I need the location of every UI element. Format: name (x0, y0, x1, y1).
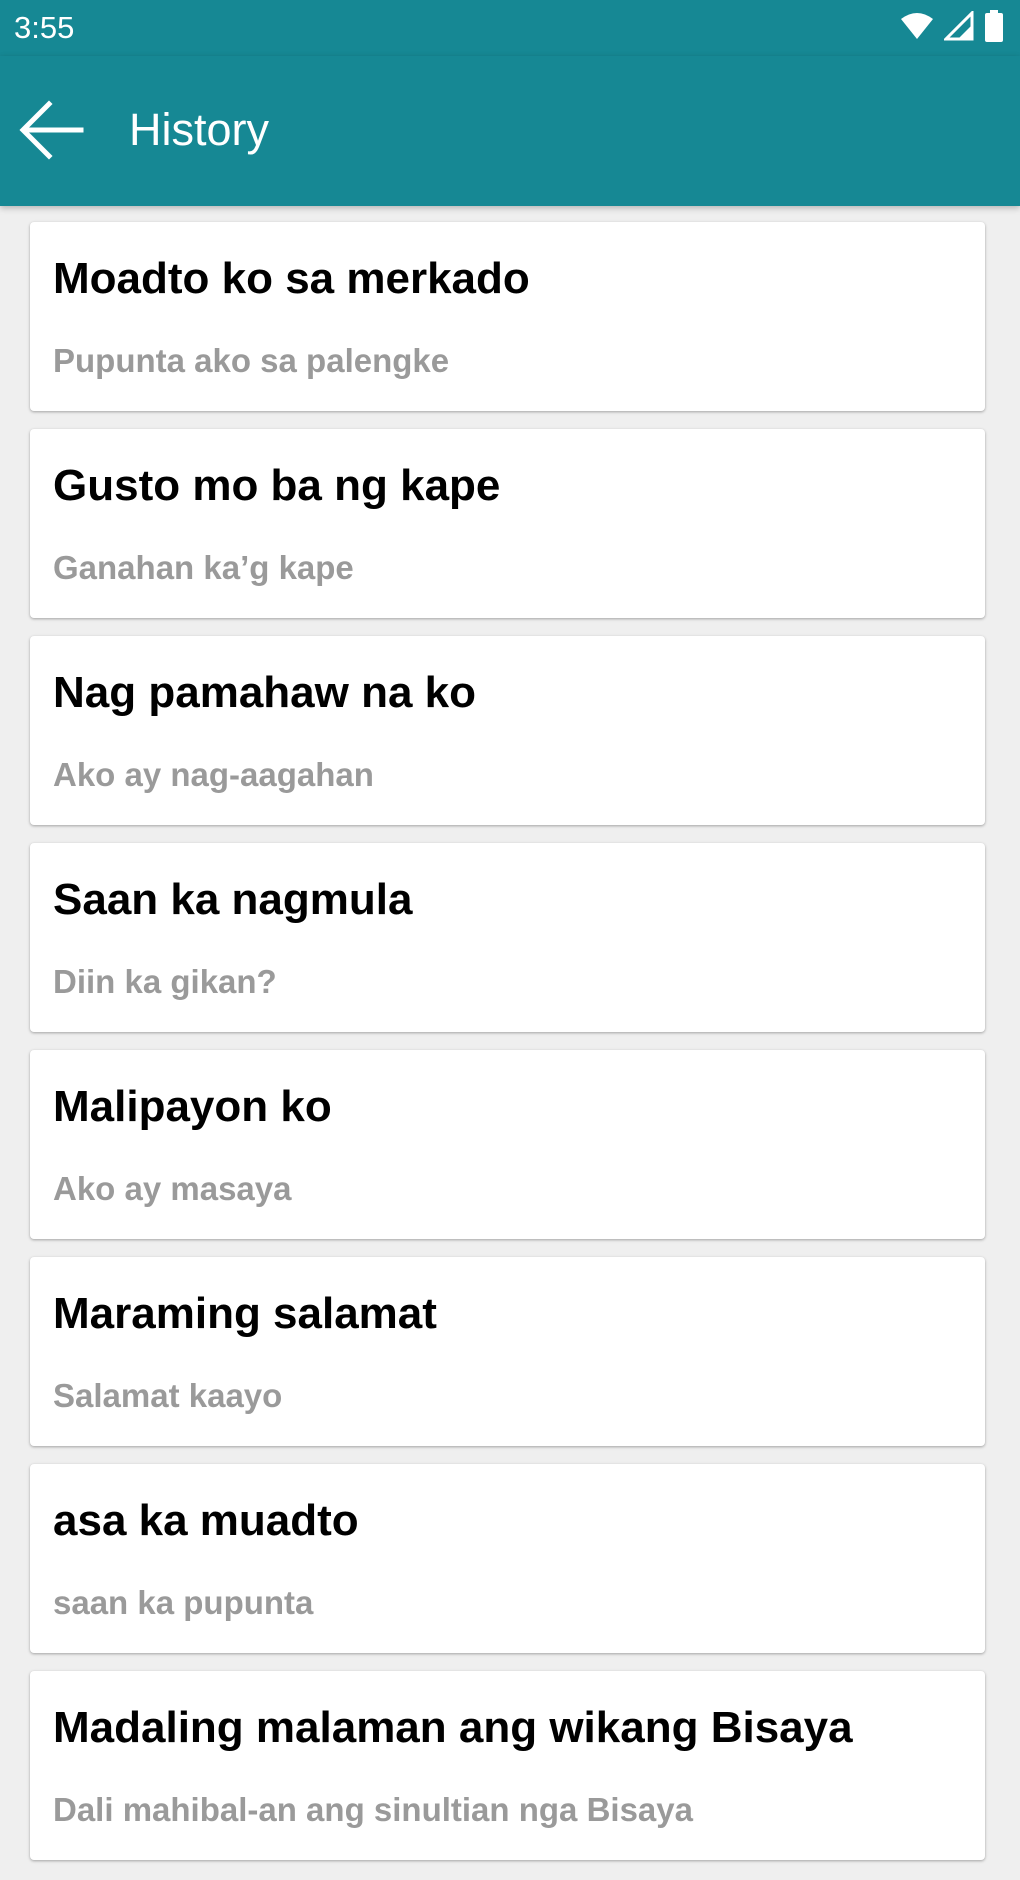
history-item[interactable]: Nag pamahaw na ko Ako ay nag-aagahan (30, 636, 985, 825)
history-item[interactable]: Moadto ko sa merkado Pupunta ako sa pale… (30, 222, 985, 411)
status-icons (900, 8, 1004, 47)
history-item-phrase: Nag pamahaw na ko (53, 668, 477, 717)
arrow-left-icon (19, 99, 85, 165)
cell-signal-icon (942, 8, 974, 46)
history-item-phrase: Maraming salamat (53, 1289, 437, 1338)
history-item-phrase: asa ka muadto (53, 1496, 359, 1545)
history-item-translation: Ako ay nag-aagahan (53, 756, 374, 793)
history-item[interactable]: Madaling malaman ang wikang Bisaya Dali … (30, 1671, 985, 1860)
history-item-phrase: Gusto mo ba ng kape (53, 461, 501, 510)
history-item[interactable]: Malipayon ko Ako ay masaya (30, 1050, 985, 1239)
history-item-translation: Ganahan ka’g kape (53, 549, 354, 586)
history-item[interactable]: Gusto mo ba ng kape Ganahan ka’g kape (30, 429, 985, 618)
wifi-icon (900, 11, 934, 46)
history-item-phrase: Madaling malaman ang wikang Bisaya (53, 1703, 853, 1752)
app-bar: History (0, 56, 1020, 206)
history-item-phrase: Saan ka nagmula (53, 875, 413, 924)
history-item-translation: Dali mahibal-an ang sinultian nga Bisaya (53, 1791, 693, 1828)
history-item[interactable]: asa ka muadto saan ka pupunta (30, 1464, 985, 1653)
history-item-phrase: Malipayon ko (53, 1082, 332, 1131)
back-button[interactable] (16, 96, 88, 168)
status-time: 3:55 (14, 10, 75, 45)
history-item-translation: Ako ay masaya (53, 1170, 292, 1207)
history-item-phrase: Moadto ko sa merkado (53, 254, 530, 303)
history-item-translation: Pupunta ako sa palengke (53, 342, 450, 379)
history-item[interactable]: Maraming salamat Salamat kaayo (30, 1257, 985, 1446)
battery-icon (984, 9, 1004, 47)
history-item-translation: Salamat kaayo (53, 1377, 283, 1414)
page-title: History (129, 104, 270, 155)
status-bar: 3:55 (0, 0, 1020, 56)
history-item[interactable]: Saan ka nagmula Diin ka gikan? (30, 843, 985, 1032)
history-item-translation: Diin ka gikan? (53, 963, 277, 1000)
history-item-translation: saan ka pupunta (53, 1584, 314, 1621)
